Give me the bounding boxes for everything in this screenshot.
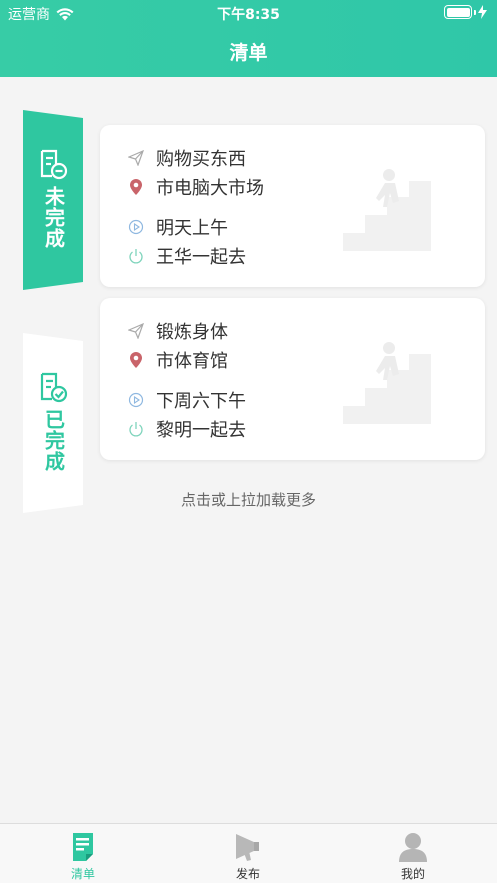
task-title: 购物买东西 — [156, 149, 246, 170]
task-companion-row: 王华一起去 — [128, 243, 246, 269]
task-title-row: 购物买东西 — [128, 145, 246, 171]
task-card[interactable]: 购物买东西 市电脑大市场 明天上午 王华一起去 — [100, 125, 485, 287]
location-pin-icon — [130, 352, 142, 368]
bottom-tab-bar: 清单 发布 我的 — [0, 823, 497, 883]
tab-mine[interactable]: 我的 — [373, 824, 453, 883]
tab-publish[interactable]: 发布 — [208, 824, 288, 883]
tab-list-label: 清单 — [70, 867, 95, 881]
task-card[interactable]: 锻炼身体 市体育馆 下周六下午 黎明一起去 — [100, 298, 485, 460]
task-time-row: 下周六下午 — [128, 387, 246, 413]
status-bar: 运营商 下午8:35 — [0, 0, 497, 26]
send-icon — [128, 323, 144, 339]
task-location-row: 市体育馆 — [128, 347, 228, 373]
charging-icon — [478, 5, 487, 19]
task-companion: 王华一起去 — [156, 247, 246, 268]
location-pin-icon — [130, 179, 142, 195]
task-time: 下周六下午 — [156, 391, 246, 412]
tab-publish-label: 发布 — [235, 867, 260, 881]
status-time: 下午8:35 — [217, 7, 280, 23]
battery-icon — [444, 5, 487, 19]
power-icon — [129, 249, 143, 264]
task-companion: 黎明一起去 — [156, 420, 246, 441]
stairs-climber-icon — [343, 342, 431, 424]
power-icon — [129, 422, 143, 437]
send-icon — [128, 150, 144, 166]
task-location: 市体育馆 — [156, 351, 228, 372]
app-header: 运营商 下午8:35 清单 — [0, 0, 497, 77]
task-title: 锻炼身体 — [156, 322, 228, 343]
tab-incomplete[interactable]: 未完成 — [23, 110, 83, 290]
user-icon — [399, 833, 427, 862]
list-icon — [73, 833, 93, 861]
tab-mine-label: 我的 — [400, 867, 425, 881]
play-circle-icon — [128, 392, 144, 408]
play-circle-icon — [128, 219, 144, 235]
task-location-row: 市电脑大市场 — [128, 174, 264, 200]
tab-completed[interactable]: 已完成 — [23, 333, 83, 513]
tab-list[interactable]: 清单 — [43, 824, 123, 883]
task-time-row: 明天上午 — [128, 214, 228, 240]
tab-incomplete-label: 未完成 — [41, 186, 66, 249]
stairs-climber-icon — [343, 169, 431, 251]
task-location: 市电脑大市场 — [156, 178, 264, 199]
load-more-link[interactable]: 点击或上拉加载更多 — [0, 489, 497, 510]
task-companion-row: 黎明一起去 — [128, 416, 246, 442]
task-title-row: 锻炼身体 — [128, 318, 228, 344]
tab-completed-label: 已完成 — [41, 409, 66, 472]
document-minus-icon — [40, 149, 68, 180]
page-title: 清单 — [229, 42, 268, 64]
megaphone-icon — [236, 834, 259, 861]
task-time: 明天上午 — [156, 218, 228, 239]
document-check-icon — [40, 372, 68, 403]
